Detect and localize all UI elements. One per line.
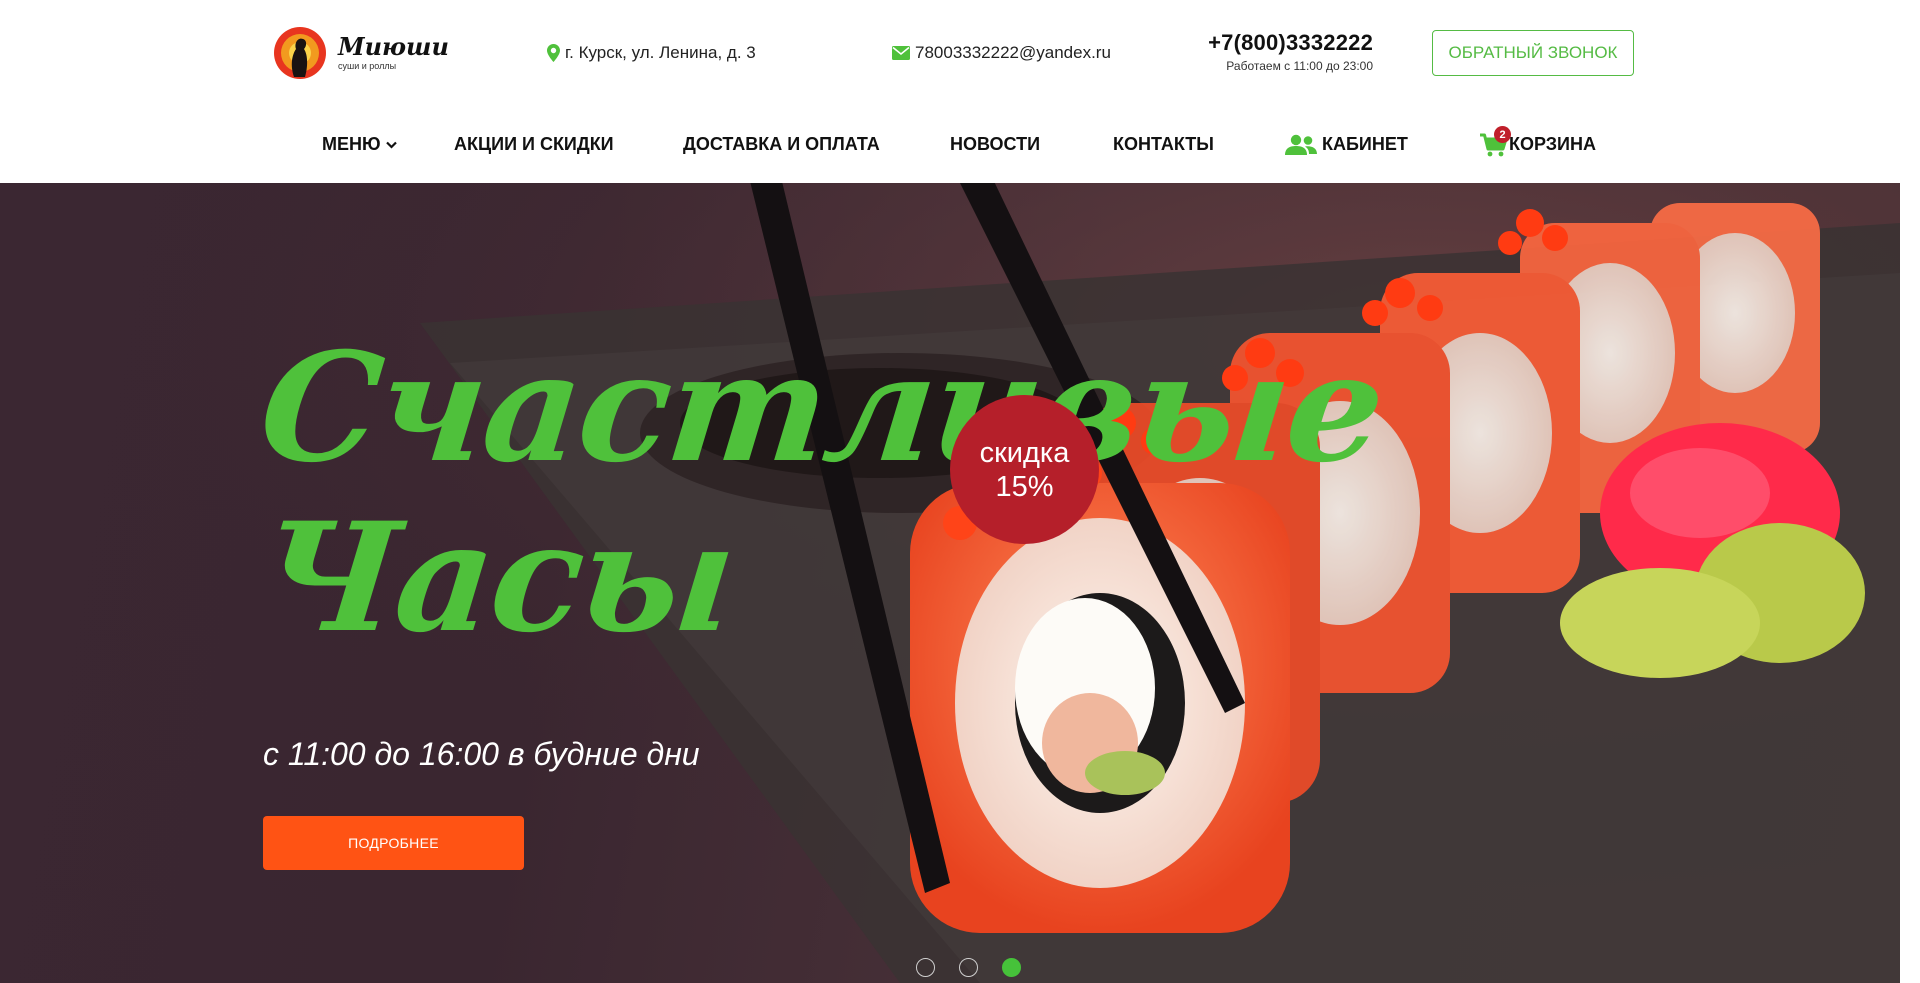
cart-count-badge: 2: [1494, 126, 1511, 143]
discount-label: скидка: [979, 436, 1070, 469]
phone-number[interactable]: +7(800)3332222: [1170, 30, 1373, 56]
nav-item-label: КОРЗИНА: [1509, 134, 1596, 154]
nav-item-contacts[interactable]: КОНТАКТЫ: [1113, 106, 1214, 183]
discount-value: 15%: [995, 470, 1054, 503]
more-details-button[interactable]: ПОДРОБНЕЕ: [263, 816, 524, 870]
slider-pagination: [916, 958, 1045, 977]
page-edge: [1900, 183, 1920, 983]
hero-slider: Счастливые Часы скидка 15% с 11:00 до 16…: [0, 183, 1900, 983]
slide-dot-1[interactable]: [916, 958, 935, 977]
hero-title-line-2: Часы: [252, 490, 742, 666]
slide-dot-3[interactable]: [1002, 958, 1021, 977]
site-logo[interactable]: Миюши суши и роллы: [272, 24, 449, 82]
nav-item-cabinet[interactable]: КАБИНЕТ: [1285, 106, 1408, 183]
nav-item-promotions[interactable]: АКЦИИ И СКИДКИ: [454, 106, 614, 183]
address-text: г. Курск, ул. Ленина, д. 3: [565, 43, 756, 62]
slide-dot-2[interactable]: [959, 958, 978, 977]
nav-item-label: КАБИНЕТ: [1322, 134, 1408, 154]
address: г. Курск, ул. Ленина, д. 3: [547, 43, 756, 63]
brand-tagline: суши и роллы: [338, 61, 397, 71]
map-pin-icon: [547, 44, 560, 62]
site-header: Миюши суши и роллы г. Курск, ул. Ленина,…: [0, 0, 1920, 106]
email-text: 78003332222@yandex.ru: [915, 43, 1111, 62]
callback-button[interactable]: ОБРАТНЫЙ ЗВОНОК: [1432, 30, 1634, 76]
email[interactable]: 78003332222@yandex.ru: [892, 43, 1111, 63]
nav-item-news[interactable]: НОВОСТИ: [950, 106, 1040, 183]
hero-title: Счастливые Часы: [253, 320, 1391, 666]
nav-bar: МЕНЮ АКЦИИ И СКИДКИ ДОСТАВКА И ОПЛАТА НО…: [0, 106, 1920, 183]
phone-block: +7(800)3332222 Работаем с 11:00 до 23:00: [1170, 30, 1373, 73]
logo-emblem: [272, 25, 328, 81]
brand-name: Миюши: [338, 32, 449, 61]
discount-badge: скидка 15%: [950, 395, 1099, 544]
envelope-icon: [892, 46, 910, 60]
hero-subtitle: с 11:00 до 16:00 в будние дни: [263, 736, 700, 772]
nav-item-menu[interactable]: МЕНЮ: [322, 106, 397, 183]
nav-item-delivery[interactable]: ДОСТАВКА И ОПЛАТА: [683, 106, 880, 183]
chevron-down-icon: [385, 141, 397, 149]
working-hours: Работаем с 11:00 до 23:00: [1226, 59, 1373, 73]
main-nav: МЕНЮ АКЦИИ И СКИДКИ ДОСТАВКА И ОПЛАТА НО…: [285, 106, 1635, 183]
nav-item-cart[interactable]: 2 КОРЗИНА: [1480, 106, 1596, 183]
nav-item-label: МЕНЮ: [322, 134, 381, 154]
hero-title-line-1: Счастливые: [252, 320, 1391, 496]
users-icon: [1285, 134, 1317, 156]
